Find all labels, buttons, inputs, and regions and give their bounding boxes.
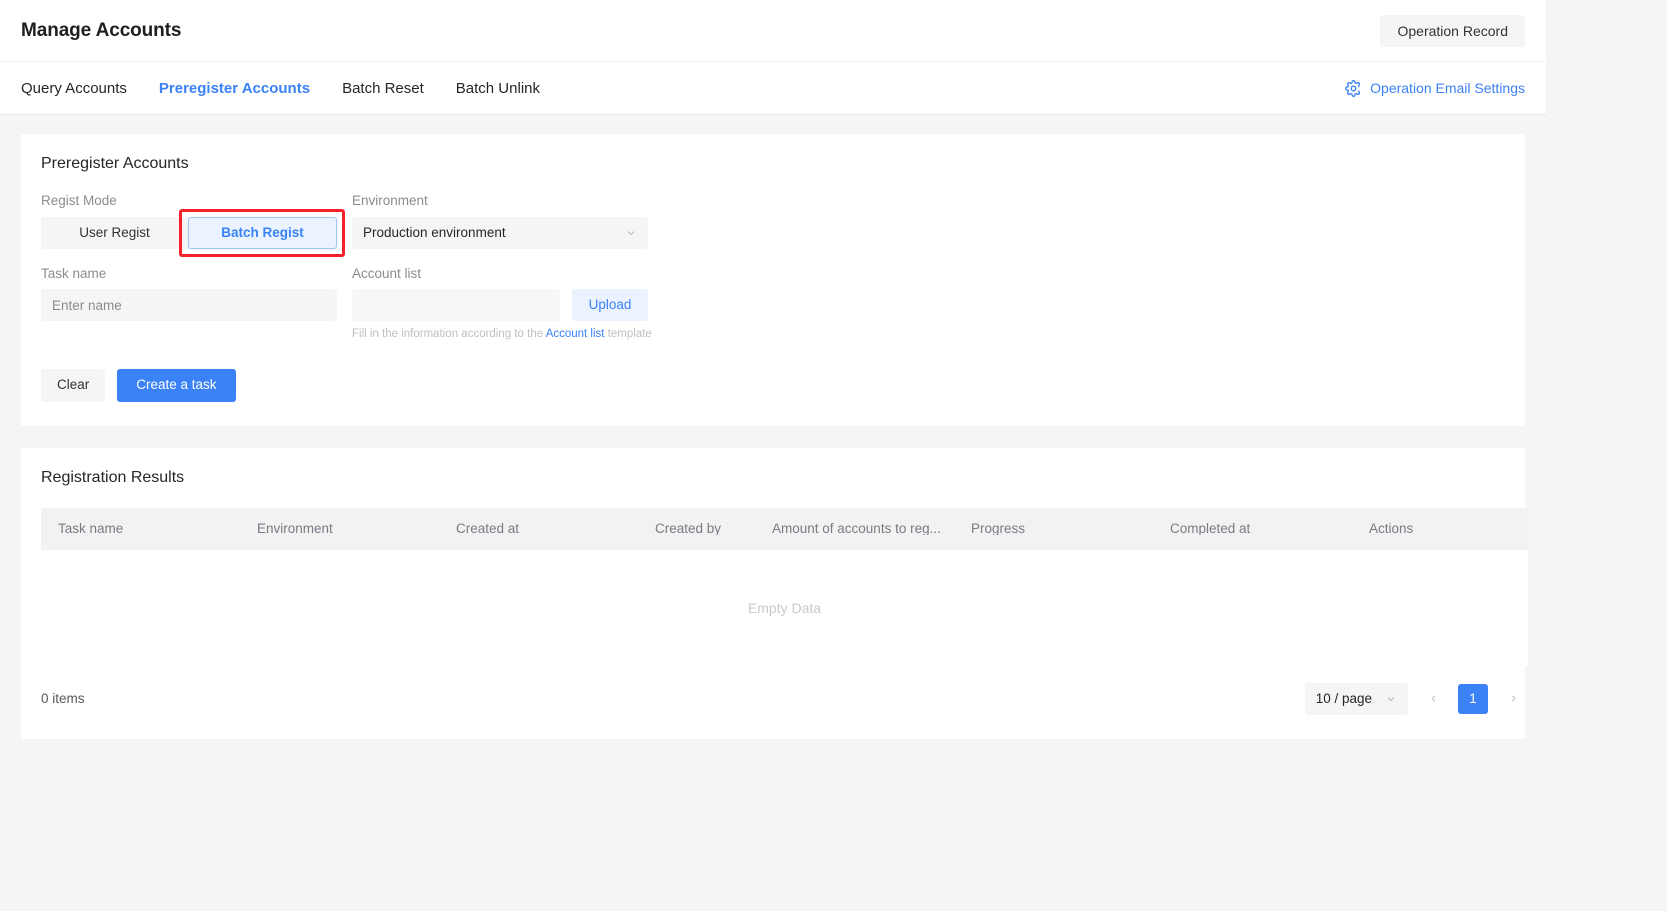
account-list-template-link[interactable]: Account list <box>546 328 605 340</box>
tab-bar: Query Accounts Preregister Accounts Batc… <box>0 61 1546 115</box>
table-column-amount-of-accounts: Amount of accounts to reg... <box>772 521 941 536</box>
environment-label: Environment <box>352 193 428 208</box>
operation-record-button[interactable]: Operation Record <box>1380 14 1525 47</box>
page-title: Manage Accounts <box>21 19 182 41</box>
create-task-button[interactable]: Create a task <box>117 368 236 402</box>
account-list-input[interactable] <box>352 289 560 321</box>
hint-prefix-text: Fill in the information according to the <box>352 328 546 340</box>
chevron-down-icon <box>1385 693 1397 705</box>
app-header: Manage Accounts Operation Record <box>0 0 1546 61</box>
chevron-right-icon <box>1511 695 1516 702</box>
form-row-task-account: Task name Account list Upload Fill in th… <box>41 265 1505 341</box>
clear-button[interactable]: Clear <box>41 368 106 402</box>
field-task-name: Task name <box>41 265 337 341</box>
table-column-environment: Environment <box>257 521 333 536</box>
table-column-task-name: Task name <box>58 521 124 536</box>
pagination-page-1[interactable]: 1 <box>1458 683 1488 714</box>
operation-email-settings-label: Operation Email Settings <box>1370 80 1525 96</box>
pagination-bar: 0 items 10 / page 1 <box>41 682 1528 715</box>
regist-mode-segmented-control: User Regist Batch Regist <box>41 208 345 257</box>
page-root: Manage Accounts Operation Record Query A… <box>0 0 1667 911</box>
results-card-title: Registration Results <box>41 468 185 486</box>
task-name-label: Task name <box>41 265 107 281</box>
upload-button[interactable]: Upload <box>572 289 648 321</box>
pagination-prev-button[interactable] <box>1418 684 1448 714</box>
account-list-label: Account list <box>352 265 422 281</box>
task-name-input[interactable] <box>41 289 337 321</box>
table-column-actions: Actions <box>1369 521 1414 536</box>
account-list-hint: Fill in the information according to the… <box>352 328 652 341</box>
table-column-created-by: Created by <box>655 521 722 536</box>
items-count-label: 0 items <box>41 690 85 706</box>
content-area: Preregister Accounts Regist Mode User Re… <box>0 115 1546 911</box>
field-environment: Environment Production environment <box>352 194 648 249</box>
hint-suffix-text: template <box>604 328 652 340</box>
table-body: Empty Data <box>41 549 1528 666</box>
registration-results-table: Task name Environment Created at Created… <box>41 507 1528 666</box>
chevron-left-icon <box>1430 695 1435 702</box>
tab-query-accounts[interactable]: Query Accounts <box>21 81 127 96</box>
table-column-progress: Progress <box>971 521 1026 536</box>
pagination-controls: 10 / page 1 <box>1304 682 1528 715</box>
registration-results-card: Registration Results Task name Environme… <box>21 447 1528 739</box>
empty-data-message: Empty Data <box>747 599 822 616</box>
regist-mode-option-batch-regist[interactable]: Batch Regist <box>188 216 337 249</box>
table-column-created-at: Created at <box>456 521 520 536</box>
page-right-gutter <box>1546 0 1667 911</box>
field-account-list: Account list Upload Fill in the informat… <box>352 265 652 341</box>
form-card-title: Preregister Accounts <box>41 155 189 172</box>
account-list-upload-group: Upload <box>352 289 648 321</box>
gear-icon <box>1345 79 1362 97</box>
tab-preregister-accounts[interactable]: Preregister Accounts <box>159 81 310 96</box>
environment-selected-value: Production environment <box>363 224 506 240</box>
table-header-row: Task name Environment Created at Created… <box>41 507 1528 550</box>
table-column-completed-at: Completed at <box>1170 521 1251 536</box>
regist-mode-option-user-regist[interactable]: User Regist <box>41 217 188 249</box>
operation-email-settings-link[interactable]: Operation Email Settings <box>1345 79 1525 97</box>
tab-batch-reset[interactable]: Batch Reset <box>342 81 424 96</box>
chevron-down-icon <box>625 227 637 239</box>
field-regist-mode: Regist Mode User Regist Batch Regist <box>41 193 345 257</box>
regist-mode-label: Regist Mode <box>41 193 117 208</box>
environment-select[interactable]: Production environment <box>352 216 648 249</box>
pagination-next-button[interactable] <box>1498 684 1528 714</box>
tab-batch-unlink[interactable]: Batch Unlink <box>456 81 540 96</box>
preregister-form-card: Preregister Accounts Regist Mode User Re… <box>21 134 1525 426</box>
page-size-select[interactable]: 10 / page <box>1304 682 1408 715</box>
tab-list: Query Accounts Preregister Accounts Batc… <box>21 81 540 96</box>
form-actions: Clear Create a task <box>41 368 1505 402</box>
form-row-mode-environment: Regist Mode User Regist Batch Regist Env… <box>41 193 1505 257</box>
page-size-label: 10 / page <box>1315 690 1372 706</box>
